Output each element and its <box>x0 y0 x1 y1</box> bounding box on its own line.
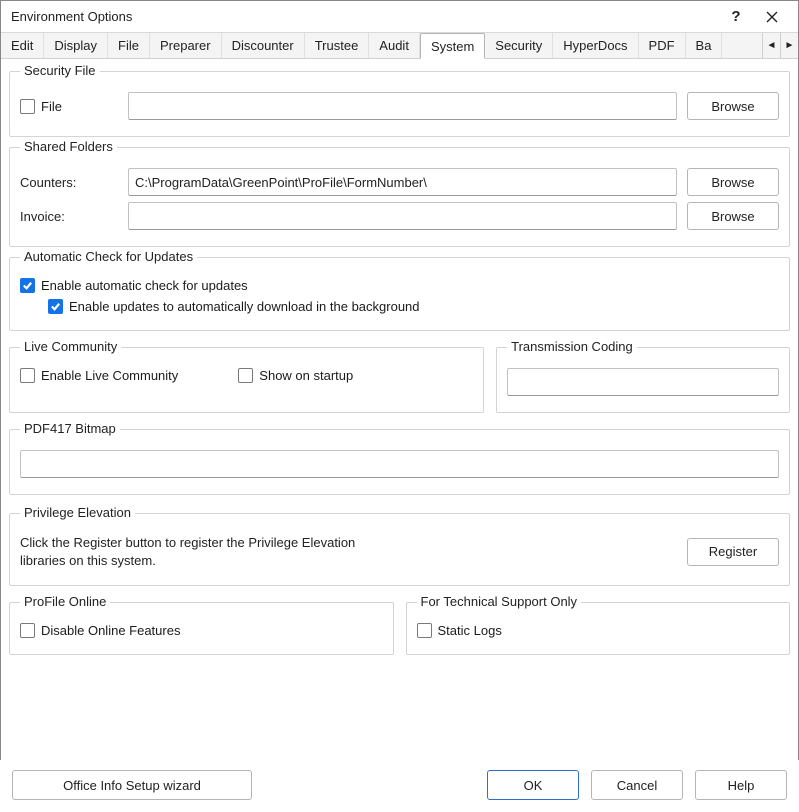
counters-label: Counters: <box>20 175 128 190</box>
invoice-input[interactable] <box>128 202 677 230</box>
enable-live-community-checkbox[interactable]: Enable Live Community <box>20 368 178 383</box>
legend-live-community: Live Community <box>20 339 121 354</box>
group-profile-online: ProFile Online Disable Online Features <box>9 602 394 655</box>
group-shared-folders: Shared Folders Counters: Browse Invoice:… <box>9 147 790 247</box>
legend-transmission: Transmission Coding <box>507 339 637 354</box>
enable-download-label: Enable updates to automatically download… <box>69 299 420 314</box>
group-transmission-coding: Transmission Coding <box>496 347 790 413</box>
legend-updates: Automatic Check for Updates <box>20 249 197 264</box>
enable-live-community-label: Enable Live Community <box>41 368 178 383</box>
close-icon[interactable] <box>754 3 790 31</box>
privilege-text: Click the Register button to register th… <box>20 534 360 569</box>
security-file-browse-button[interactable]: Browse <box>687 92 779 120</box>
tab-display[interactable]: Display <box>44 33 108 58</box>
enable-updates-label: Enable automatic check for updates <box>41 278 248 293</box>
tab-hyperdocs[interactable]: HyperDocs <box>553 33 638 58</box>
transmission-input[interactable] <box>507 368 779 396</box>
tab-audit[interactable]: Audit <box>369 33 420 58</box>
cancel-button[interactable]: Cancel <box>591 770 683 800</box>
show-on-startup-label: Show on startup <box>259 368 353 383</box>
file-checkbox[interactable]: File <box>20 99 128 114</box>
group-security-file: Security File File Browse <box>9 71 790 137</box>
tab-ba[interactable]: Ba <box>686 33 723 58</box>
enable-updates-checkbox[interactable]: Enable automatic check for updates <box>20 278 248 293</box>
disable-online-label: Disable Online Features <box>41 623 180 638</box>
legend-shared-folders: Shared Folders <box>20 139 117 154</box>
group-privilege: Privilege Elevation Click the Register b… <box>9 513 790 586</box>
legend-tech-support: For Technical Support Only <box>417 594 582 609</box>
register-button[interactable]: Register <box>687 538 779 566</box>
group-updates: Automatic Check for Updates Enable autom… <box>9 257 790 331</box>
show-on-startup-checkbox[interactable]: Show on startup <box>238 368 353 383</box>
title-bar: Environment Options ? <box>1 1 798 33</box>
counters-browse-button[interactable]: Browse <box>687 168 779 196</box>
help-icon[interactable]: ? <box>718 3 754 31</box>
tab-trustee[interactable]: Trustee <box>305 33 370 58</box>
invoice-browse-button[interactable]: Browse <box>687 202 779 230</box>
tab-scroll-right-icon[interactable]: ► <box>780 33 798 58</box>
tab-scroll-left-icon[interactable]: ◄ <box>762 33 780 58</box>
legend-pdf417: PDF417 Bitmap <box>20 421 120 436</box>
legend-profile-online: ProFile Online <box>20 594 110 609</box>
disable-online-checkbox[interactable]: Disable Online Features <box>20 623 180 638</box>
tab-strip: Edit Display File Preparer Discounter Tr… <box>1 33 798 59</box>
invoice-label: Invoice: <box>20 209 128 224</box>
file-checkbox-label: File <box>41 99 62 114</box>
tab-pdf[interactable]: PDF <box>639 33 686 58</box>
content-area: Security File File Browse Shared Folders… <box>1 59 798 665</box>
group-pdf417: PDF417 Bitmap <box>9 429 790 495</box>
window-title: Environment Options <box>11 9 718 24</box>
static-logs-checkbox[interactable]: Static Logs <box>417 623 502 638</box>
tab-security[interactable]: Security <box>485 33 553 58</box>
footer-bar: Office Info Setup wizard OK Cancel Help <box>0 760 799 812</box>
security-file-input[interactable] <box>128 92 677 120</box>
tab-edit[interactable]: Edit <box>1 33 44 58</box>
group-live-community: Live Community Enable Live Community Sho… <box>9 347 484 413</box>
office-info-wizard-button[interactable]: Office Info Setup wizard <box>12 770 252 800</box>
static-logs-label: Static Logs <box>438 623 502 638</box>
legend-privilege: Privilege Elevation <box>20 505 135 520</box>
help-button[interactable]: Help <box>695 770 787 800</box>
ok-button[interactable]: OK <box>487 770 579 800</box>
tab-discounter[interactable]: Discounter <box>222 33 305 58</box>
legend-security-file: Security File <box>20 63 100 78</box>
pdf417-input[interactable] <box>20 450 779 478</box>
counters-input[interactable] <box>128 168 677 196</box>
tab-preparer[interactable]: Preparer <box>150 33 222 58</box>
tab-system[interactable]: System <box>420 33 485 59</box>
tab-file[interactable]: File <box>108 33 150 58</box>
group-tech-support: For Technical Support Only Static Logs <box>406 602 791 655</box>
enable-download-checkbox[interactable]: Enable updates to automatically download… <box>48 299 420 314</box>
